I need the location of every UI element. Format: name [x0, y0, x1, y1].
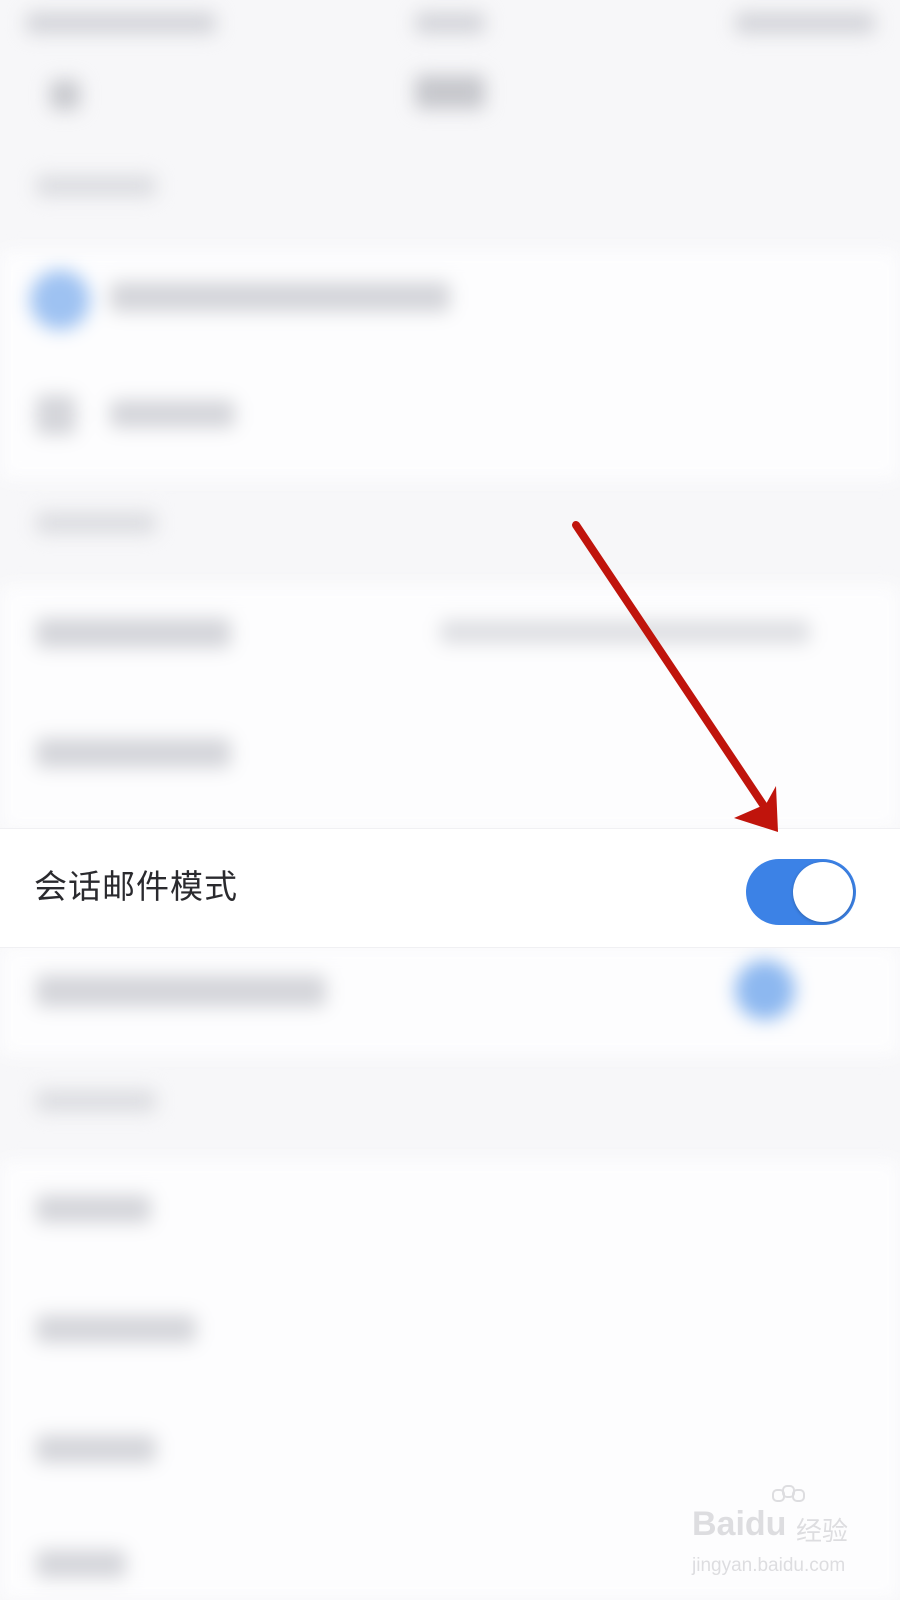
- conversation-mode-row: 会话邮件模式: [0, 828, 900, 948]
- watermark-cn: 经验: [796, 1517, 849, 1547]
- conversation-mode-toggle[interactable]: [746, 859, 856, 925]
- conversation-mode-label: 会话邮件模式: [34, 867, 238, 906]
- blurred-background: [0, 0, 900, 1600]
- toggle-knob: [793, 862, 853, 922]
- baidu-watermark: Baidu 经验 jingyan.baidu.com: [692, 1485, 862, 1585]
- watermark-url: jingyan.baidu.com: [692, 1555, 846, 1576]
- watermark-logo: Baidu: [692, 1505, 787, 1543]
